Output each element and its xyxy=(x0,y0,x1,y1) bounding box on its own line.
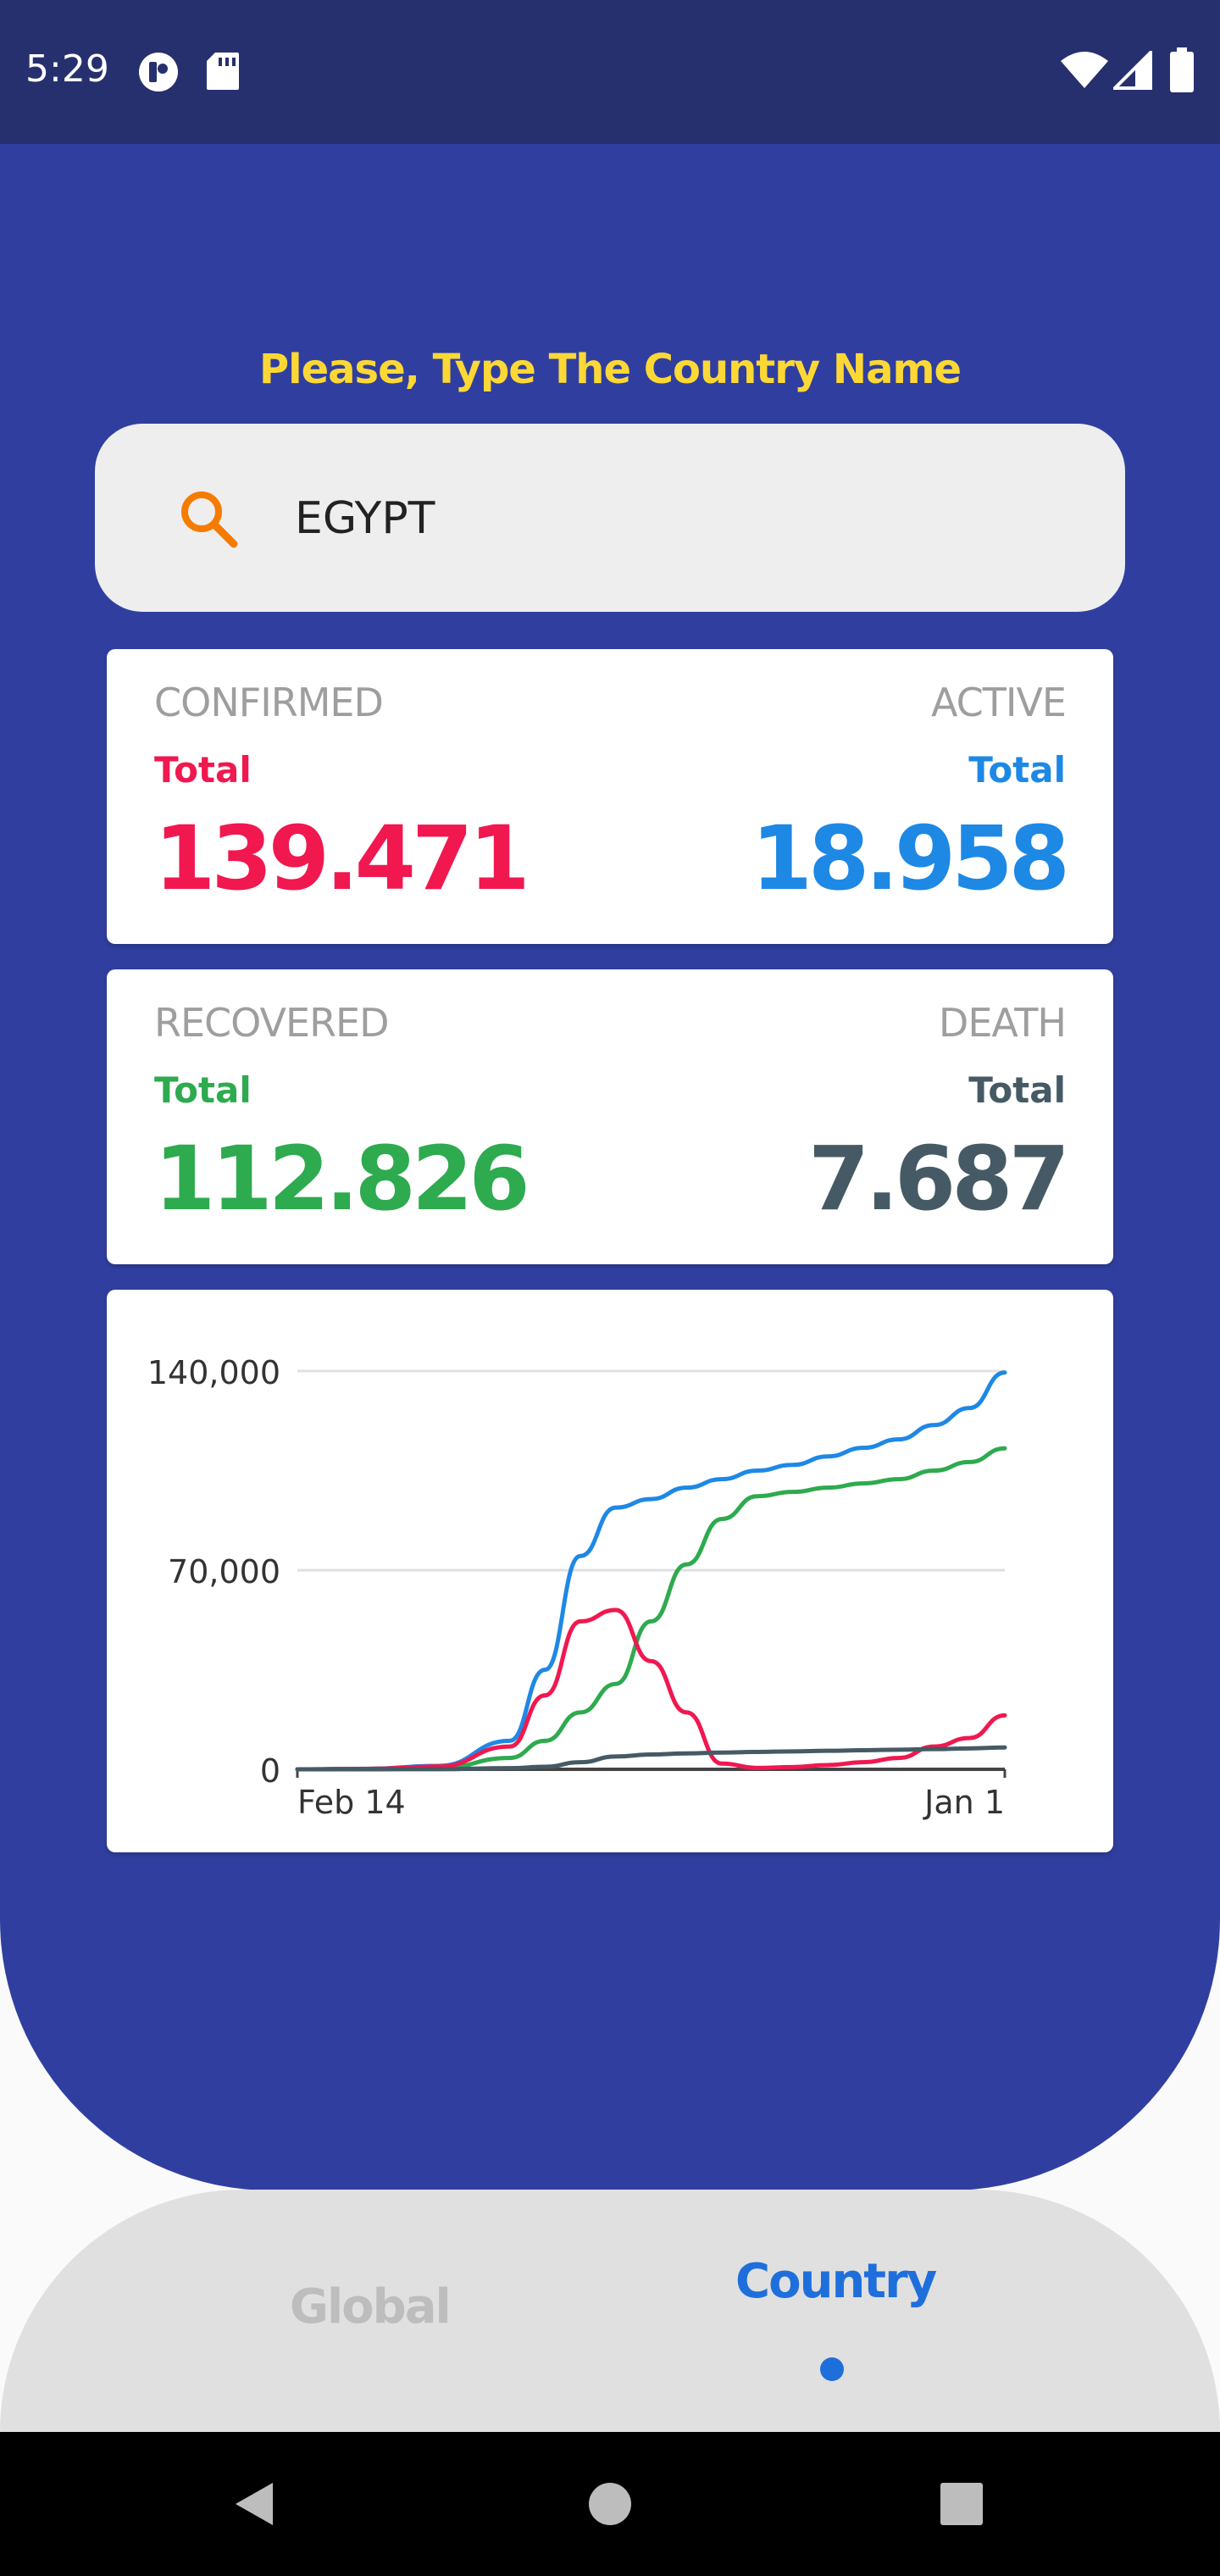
active-value: 18.958 xyxy=(751,807,1070,910)
death-label: DEATH xyxy=(938,1000,1067,1046)
status-bar: 5:29 xyxy=(0,0,1220,144)
stats-card-confirmed-active: CONFIRMED Total 139.471 ACTIVE Total 18.… xyxy=(107,649,1113,944)
line-chart: 0 70,000 140,000 Feb 14 Jan 1 xyxy=(147,1354,1007,1821)
y-tick-label: 140,000 xyxy=(147,1354,280,1391)
x-tick-label: Jan 1 xyxy=(923,1784,1005,1821)
search-box[interactable] xyxy=(95,424,1125,612)
sd-card-icon xyxy=(207,53,239,90)
chart-card: 0 70,000 140,000 Feb 14 Jan 1 xyxy=(107,1290,1113,1852)
active-series-line xyxy=(295,1607,1007,1772)
confirmed-label: CONFIRMED xyxy=(154,680,384,725)
x-tick-label: Feb 14 xyxy=(297,1784,406,1821)
status-time: 5:29 xyxy=(25,47,109,91)
recovered-series-line xyxy=(295,1446,1007,1772)
stats-card-recovered-death: RECOVERED Total 112.826 DEATH Total 7.68… xyxy=(107,969,1113,1264)
app-notification-icon xyxy=(139,53,178,92)
y-tick-label: 70,000 xyxy=(168,1553,280,1591)
bottom-nav: Global Country xyxy=(0,2190,1220,2432)
back-icon[interactable] xyxy=(183,2432,327,2576)
recovered-value: 112.826 xyxy=(154,1127,530,1230)
recents-icon[interactable] xyxy=(890,2432,1034,2576)
search-prompt: Please, Type The Country Name xyxy=(258,346,962,393)
active-tab-indicator xyxy=(820,2357,844,2381)
confirmed-sub: Total xyxy=(154,749,252,791)
death-sub: Total xyxy=(968,1069,1066,1111)
death-value: 7.687 xyxy=(808,1127,1070,1230)
active-sub: Total xyxy=(968,749,1066,791)
active-label: ACTIVE xyxy=(931,680,1067,725)
search-input[interactable] xyxy=(295,478,1057,559)
system-nav-bar xyxy=(0,2432,1220,2576)
battery-icon xyxy=(1170,47,1194,92)
home-icon[interactable] xyxy=(538,2432,682,2576)
tab-country[interactable]: Country xyxy=(735,2254,937,2309)
cell-signal-icon xyxy=(1113,51,1152,90)
wifi-icon xyxy=(1061,52,1108,88)
recovered-sub: Total xyxy=(154,1069,252,1111)
tab-global[interactable]: Global xyxy=(290,2279,452,2334)
recovered-label: RECOVERED xyxy=(154,1000,390,1046)
confirmed-value: 139.471 xyxy=(154,807,530,910)
y-tick-label: 0 xyxy=(260,1752,280,1790)
search-icon[interactable] xyxy=(176,486,241,551)
